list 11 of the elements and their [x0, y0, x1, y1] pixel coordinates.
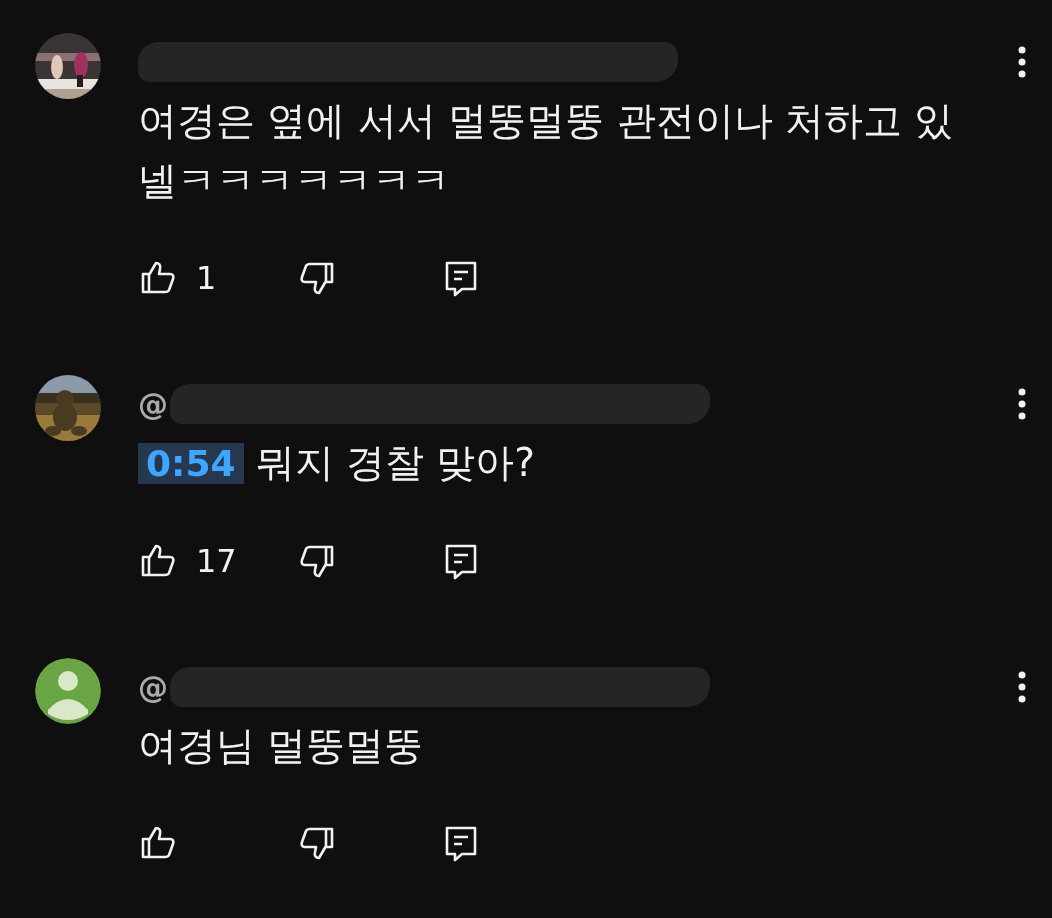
- more-icon[interactable]: [1016, 45, 1028, 79]
- comment-text: 여경은 옆에 서서 멀뚱멀뚱 관전이나 처하고 있넬ㅋㅋㅋㅋㅋㅋㅋ: [138, 97, 955, 205]
- username[interactable]: @: [138, 386, 168, 422]
- like-count: 1: [196, 259, 217, 297]
- more-icon[interactable]: [1016, 387, 1028, 421]
- like-count: 17: [196, 542, 237, 580]
- more-icon[interactable]: [1016, 670, 1028, 704]
- comment-text: 여경님 멀뚱멀뚱: [138, 722, 425, 770]
- username[interactable]: @: [138, 669, 168, 705]
- comment-text: 0:54 뭐지 경찰 맞아?: [138, 433, 988, 494]
- timestamp-link[interactable]: 0:54: [138, 443, 244, 484]
